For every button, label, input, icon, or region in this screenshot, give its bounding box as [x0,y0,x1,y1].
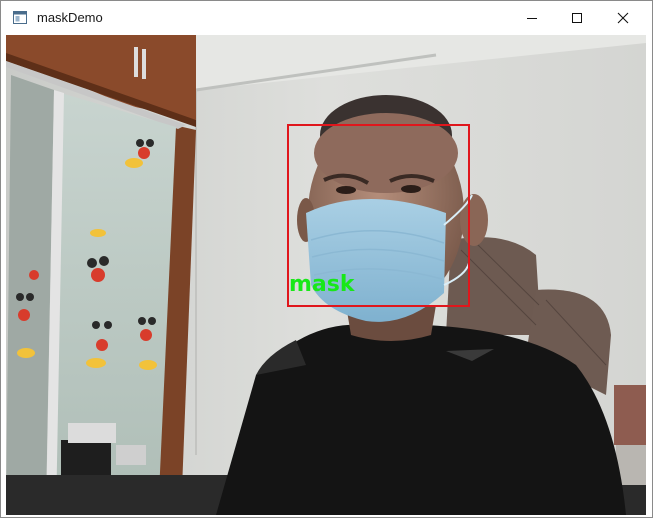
detection-label: mask [289,272,355,297]
title-bar[interactable]: maskDemo [1,1,652,35]
minimize-button[interactable] [509,1,555,35]
camera-frame: mask [6,35,646,515]
app-window-icon [13,11,27,24]
close-button[interactable] [600,1,646,35]
maximize-button[interactable] [554,1,600,35]
app-window: maskDemo mask [0,0,653,518]
close-icon [617,12,629,24]
maximize-icon [572,13,582,23]
window-title: maskDemo [37,10,103,25]
minimize-icon [527,18,537,19]
